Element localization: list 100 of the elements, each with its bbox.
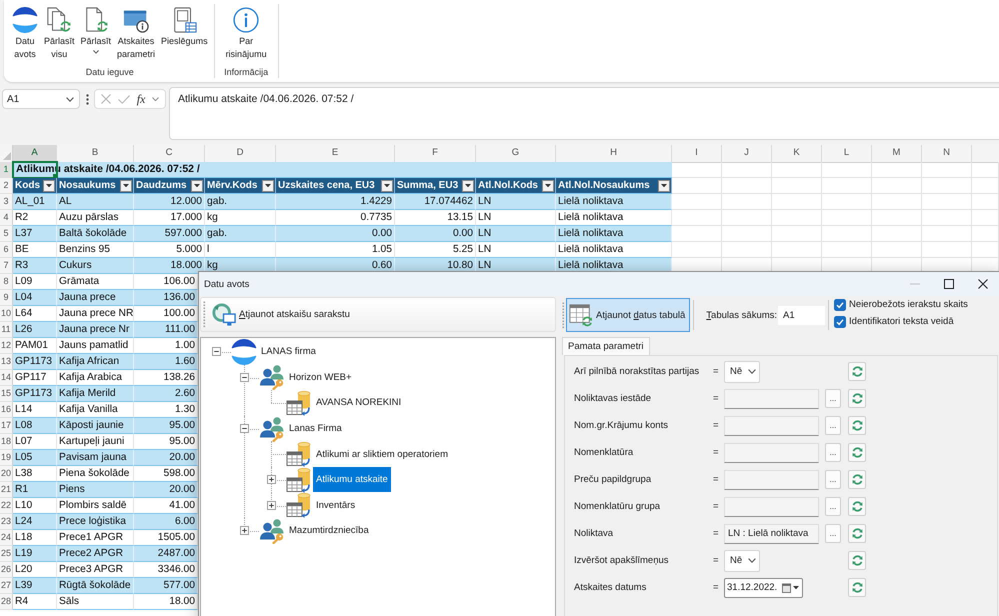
lookup-field[interactable]: LN : Lielā noliktava <box>724 524 819 544</box>
tree-item[interactable]: AVANSA NOREKINI <box>313 390 404 416</box>
lookup-field[interactable] <box>724 470 819 490</box>
column-header[interactable]: K <box>772 145 822 163</box>
checkbox-label[interactable]: Identifikatori teksta veidā <box>849 316 954 327</box>
column-header[interactable]: D <box>205 145 276 163</box>
checkbox[interactable] <box>834 298 846 310</box>
tree-item[interactable]: Lanas Firma <box>286 416 345 442</box>
check-icon[interactable] <box>118 94 130 104</box>
name-box[interactable]: A1 <box>2 89 80 109</box>
tree-item[interactable]: Inventārs <box>313 492 358 518</box>
row-header[interactable]: 28 <box>0 594 13 610</box>
row-header[interactable]: 5 <box>0 226 13 242</box>
column-header[interactable]: L <box>822 145 872 163</box>
dropdown-select[interactable]: Nē <box>724 550 760 572</box>
expand-icon[interactable] <box>240 526 248 536</box>
filter-button[interactable] <box>658 180 670 192</box>
refresh-button[interactable] <box>848 416 866 435</box>
date-field[interactable]: 31.12.2022. <box>724 578 803 598</box>
row-header[interactable]: 7 <box>0 258 13 274</box>
refresh-list-button[interactable]: Atjaunot atskaišu sarakstu <box>209 298 355 332</box>
column-header[interactable]: C <box>134 145 205 163</box>
tree-item[interactable]: Horizon WEB+ <box>286 364 355 390</box>
row-header[interactable]: 1 <box>0 162 13 178</box>
dropdown-select[interactable]: Nē <box>724 360 760 382</box>
row-header[interactable]: 12 <box>0 338 13 354</box>
column-header[interactable]: I <box>672 145 722 163</box>
filter-button[interactable] <box>191 180 203 192</box>
row-header[interactable]: 18 <box>0 434 13 450</box>
row-header[interactable]: 26 <box>0 562 13 578</box>
checkbox-label[interactable]: Neierobežots ierakstu skaits <box>849 299 968 310</box>
row-header[interactable]: 24 <box>0 530 13 546</box>
row-header[interactable]: 10 <box>0 306 13 322</box>
lookup-field[interactable] <box>724 388 819 408</box>
row-header[interactable]: 21 <box>0 482 13 498</box>
refresh-button[interactable] <box>848 443 866 462</box>
column-header[interactable]: E <box>276 145 395 163</box>
filter-button[interactable] <box>262 180 274 192</box>
tree-item[interactable]: Mazumtirdzniecība <box>286 518 372 544</box>
lookup-field[interactable] <box>724 442 819 462</box>
refresh-button[interactable] <box>848 524 866 543</box>
ribbon-button[interactable]: Pieslēgums <box>158 4 211 48</box>
row-header[interactable]: 23 <box>0 514 13 530</box>
ribbon-button[interactable]: Par risinājumu <box>222 4 270 61</box>
column-header[interactable]: J <box>722 145 772 163</box>
tree-item[interactable]: LANAS firma <box>258 339 319 364</box>
browse-button[interactable]: ... <box>825 524 841 543</box>
row-header[interactable]: 25 <box>0 546 13 562</box>
ribbon-button[interactable]: Pārlasīt <box>78 4 114 54</box>
row-header[interactable]: 16 <box>0 402 13 418</box>
refresh-table-button[interactable]: Atjaunot datus tabulā <box>566 298 690 332</box>
checkbox[interactable] <box>834 316 846 328</box>
row-header[interactable]: 19 <box>0 450 13 466</box>
lookup-field[interactable] <box>724 416 819 436</box>
column-header[interactable]: F <box>395 145 476 163</box>
row-header[interactable]: 3 <box>0 194 13 210</box>
lookup-field[interactable] <box>724 496 819 516</box>
row-header[interactable]: 20 <box>0 466 13 482</box>
row-header[interactable]: 27 <box>0 578 13 594</box>
refresh-button[interactable] <box>848 551 866 570</box>
row-header[interactable]: 4 <box>0 210 13 226</box>
refresh-button[interactable] <box>848 470 866 489</box>
refresh-button[interactable] <box>848 578 866 597</box>
row-header[interactable]: 9 <box>0 290 13 306</box>
row-header[interactable]: 17 <box>0 418 13 434</box>
expand-icon[interactable] <box>266 500 276 510</box>
tab[interactable]: Pamata parametri <box>562 337 650 355</box>
column-header[interactable]: M <box>872 145 922 163</box>
collapse-icon[interactable] <box>240 372 248 382</box>
row-header[interactable]: 14 <box>0 370 13 386</box>
row-header[interactable]: 8 <box>0 274 13 290</box>
row-header[interactable]: 13 <box>0 354 13 370</box>
tree-item[interactable]: Atlikumi ar sliktiem operatoriem <box>313 442 451 467</box>
browse-button[interactable]: ... <box>825 497 841 516</box>
formula-input[interactable]: Atlikumu atskaite /04.06.2026. 07:52 / <box>169 87 999 140</box>
browse-button[interactable]: ... <box>825 470 841 489</box>
browse-button[interactable]: ... <box>825 416 841 435</box>
column-header[interactable]: N <box>922 145 972 163</box>
filter-button[interactable] <box>43 180 55 192</box>
column-header[interactable]: H <box>556 145 672 163</box>
row-header[interactable]: 2 <box>0 178 13 194</box>
refresh-button[interactable] <box>848 497 866 516</box>
filter-button[interactable] <box>120 180 132 192</box>
filter-button[interactable] <box>542 180 554 192</box>
collapse-icon[interactable] <box>240 424 248 434</box>
browse-button[interactable]: ... <box>825 389 841 408</box>
row-header[interactable]: 6 <box>0 242 13 258</box>
expand-icon[interactable] <box>266 475 276 484</box>
table-start-input[interactable]: A1 <box>778 306 826 324</box>
row-header[interactable]: 11 <box>0 322 13 338</box>
collapse-icon[interactable] <box>212 347 220 356</box>
ribbon-button[interactable]: Datu avots <box>9 4 41 61</box>
filter-button[interactable] <box>381 180 393 192</box>
ribbon-button[interactable]: Pārlasīt visu <box>41 4 78 61</box>
cancel-icon[interactable] <box>100 94 111 104</box>
ribbon-button[interactable]: Atskaites parametri <box>114 4 158 61</box>
row-header[interactable]: 22 <box>0 498 13 514</box>
refresh-button[interactable] <box>848 362 866 381</box>
column-header[interactable]: B <box>57 145 134 163</box>
filter-button[interactable] <box>462 180 474 192</box>
